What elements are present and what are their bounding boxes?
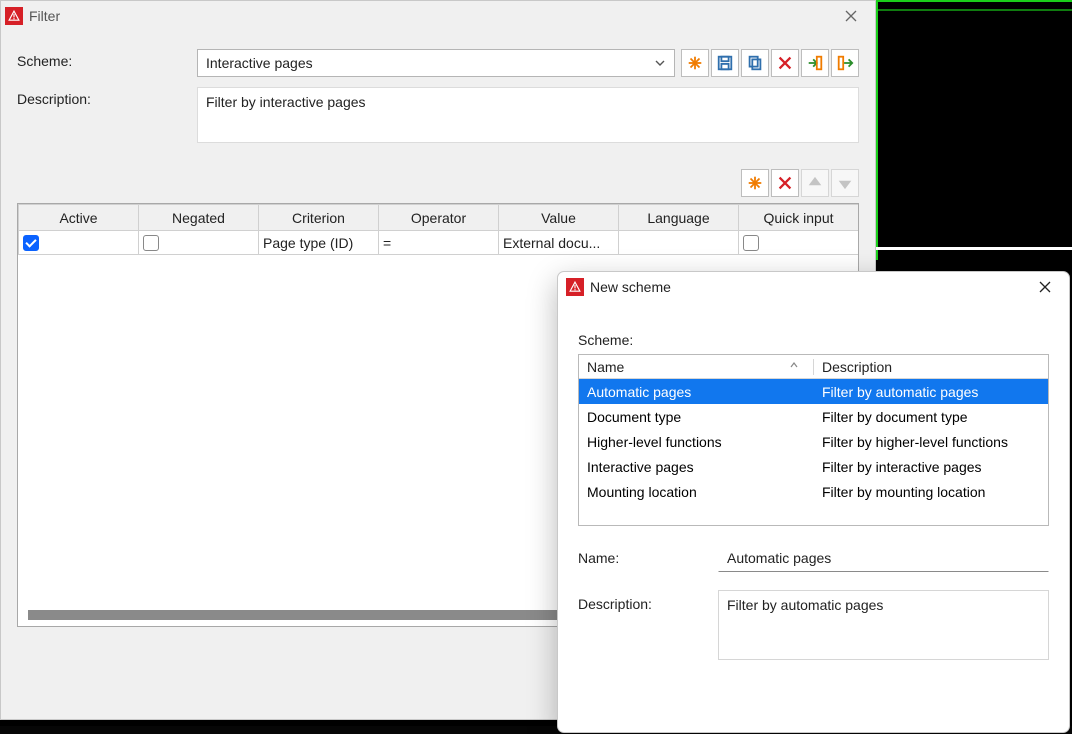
close-button[interactable]	[1025, 273, 1065, 301]
language-cell[interactable]	[619, 231, 739, 255]
scheme-list-col-desc[interactable]: Description	[814, 359, 900, 375]
operator-cell[interactable]: =	[379, 231, 499, 255]
filter-titlebar: Filter	[1, 1, 875, 31]
criteria-toolbar	[1, 163, 875, 203]
new-scheme-name-label: Name:	[578, 544, 718, 566]
scheme-dropdown[interactable]: Interactive pages	[197, 49, 675, 77]
new-scheme-name-input[interactable]	[718, 544, 1049, 572]
description-label: Description:	[17, 87, 197, 107]
new-scheme-description-input[interactable]: Filter by automatic pages	[718, 590, 1049, 660]
list-item-desc: Filter by mounting location	[814, 484, 993, 500]
scheme-list-col-name[interactable]: Name	[579, 359, 814, 375]
list-item-name: Higher-level functions	[579, 434, 814, 450]
chevron-down-icon	[654, 56, 666, 72]
col-quick-input[interactable]: Quick input	[739, 205, 859, 231]
close-button[interactable]	[831, 2, 871, 30]
new-scheme-title: New scheme	[590, 279, 671, 295]
new-scheme-scheme-label: Scheme:	[578, 332, 1049, 348]
scheme-label: Scheme:	[17, 49, 197, 69]
new-scheme-dialog: New scheme Scheme: Name Description Auto…	[557, 271, 1070, 733]
col-value[interactable]: Value	[499, 205, 619, 231]
scheme-toolbar	[681, 49, 859, 77]
filter-title: Filter	[29, 8, 60, 24]
new-criterion-button[interactable]	[741, 169, 769, 197]
scheme-list-header: Name Description	[579, 355, 1048, 379]
col-negated[interactable]: Negated	[139, 205, 259, 231]
list-item[interactable]: Interactive pagesFilter by interactive p…	[579, 454, 1048, 479]
col-active[interactable]: Active	[19, 205, 139, 231]
list-item-desc: Filter by document type	[814, 409, 976, 425]
list-item-name: Document type	[579, 409, 814, 425]
app-icon	[5, 7, 23, 25]
copy-scheme-button[interactable]	[741, 49, 769, 77]
list-item-desc: Filter by higher-level functions	[814, 434, 1016, 450]
new-scheme-button[interactable]	[681, 49, 709, 77]
sort-asc-icon	[789, 360, 805, 373]
list-item-name: Interactive pages	[579, 459, 814, 475]
value-cell[interactable]: External docu...	[499, 231, 619, 255]
list-item-name: Mounting location	[579, 484, 814, 500]
description-value: Filter by interactive pages	[206, 94, 366, 110]
export-scheme-button[interactable]	[831, 49, 859, 77]
list-item[interactable]: Document typeFilter by document type	[579, 404, 1048, 429]
list-item-desc: Filter by automatic pages	[814, 384, 986, 400]
criteria-table[interactable]: Active Negated Criterion Operator Value …	[18, 204, 859, 255]
new-scheme-description-label: Description:	[578, 590, 718, 612]
criterion-cell[interactable]: Page type (ID)	[259, 231, 379, 255]
scheme-list[interactable]: Name Description Automatic pagesFilter b…	[578, 354, 1049, 526]
move-up-button[interactable]	[801, 169, 829, 197]
list-item[interactable]: Automatic pagesFilter by automatic pages	[579, 379, 1048, 404]
scheme-dropdown-value: Interactive pages	[206, 55, 313, 71]
save-scheme-button[interactable]	[711, 49, 739, 77]
col-language[interactable]: Language	[619, 205, 739, 231]
new-scheme-titlebar: New scheme	[558, 272, 1069, 302]
delete-scheme-button[interactable]	[771, 49, 799, 77]
active-checkbox[interactable]	[23, 235, 39, 251]
list-item-name: Automatic pages	[579, 384, 814, 400]
delete-criterion-button[interactable]	[771, 169, 799, 197]
list-item[interactable]: Higher-level functionsFilter by higher-l…	[579, 429, 1048, 454]
quick-input-checkbox[interactable]	[743, 235, 759, 251]
import-scheme-button[interactable]	[801, 49, 829, 77]
table-row[interactable]: Page type (ID)=External docu...	[19, 231, 859, 255]
app-icon	[566, 278, 584, 296]
list-item-desc: Filter by interactive pages	[814, 459, 990, 475]
description-textbox[interactable]: Filter by interactive pages	[197, 87, 859, 143]
move-down-button[interactable]	[831, 169, 859, 197]
col-operator[interactable]: Operator	[379, 205, 499, 231]
list-item[interactable]: Mounting locationFilter by mounting loca…	[579, 479, 1048, 504]
negated-checkbox[interactable]	[143, 235, 159, 251]
col-criterion[interactable]: Criterion	[259, 205, 379, 231]
